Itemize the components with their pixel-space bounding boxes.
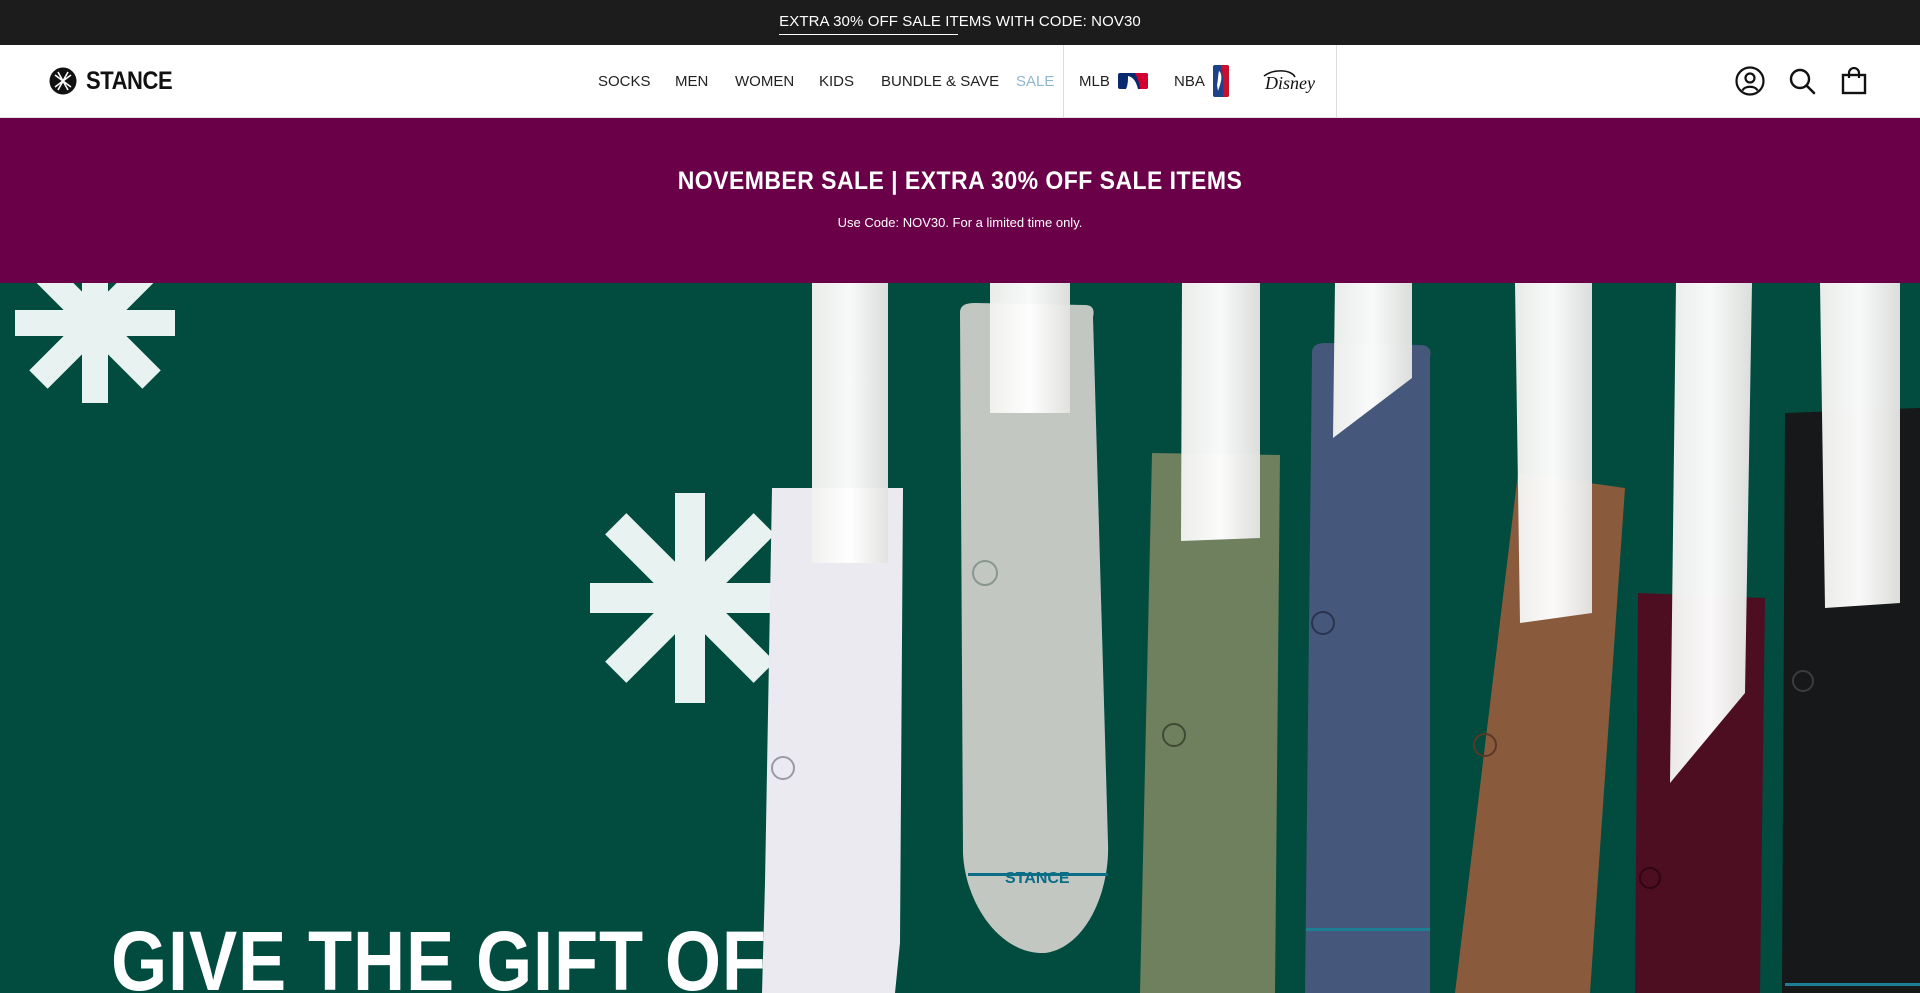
hero-headline: GIVE THE GIFT OF [111, 914, 767, 993]
cart-button[interactable] [1837, 64, 1871, 98]
stance-logo-icon [49, 67, 77, 95]
promo-subtitle: Use Code: NOV30. For a limited time only… [837, 215, 1083, 230]
promo-title: NOVEMBER SALE | EXTRA 30% OFF SALE ITEMS [677, 167, 1243, 195]
svg-text:Disney: Disney [1264, 73, 1315, 93]
bag-icon [1841, 67, 1867, 95]
nav-nba-label: NBA [1174, 72, 1205, 90]
hero-socks-image: STANCE [15, 283, 1920, 993]
asterisk-shape-top-left [15, 283, 175, 403]
mlb-logo-icon [1117, 73, 1148, 89]
disney-logo-icon: Disney [1263, 70, 1315, 93]
nav-divider-left [1063, 45, 1064, 117]
announcement-bar: EXTRA 30% OFF SALE ITEMS WITH CODE: NOV3… [0, 0, 1920, 45]
promo-banner[interactable]: NOVEMBER SALE | EXTRA 30% OFF SALE ITEMS… [0, 118, 1920, 283]
nav-nba[interactable]: NBA [1174, 45, 1229, 117]
nav-divider-right [1336, 45, 1337, 117]
nav-disney[interactable]: Disney [1261, 45, 1321, 117]
asterisk-shape-center [590, 493, 790, 703]
search-button[interactable] [1785, 64, 1819, 98]
announcement-link[interactable]: EXTRA 30% OFF SALE ITEMS WITH CODE: NOV3… [779, 13, 1141, 35]
nav-kids[interactable]: KIDS [819, 45, 854, 117]
navy-sock [1305, 343, 1431, 993]
user-icon [1735, 66, 1765, 96]
nav-men[interactable]: MEN [675, 45, 708, 117]
brand-name: STANCE [86, 66, 173, 95]
account-button[interactable] [1733, 64, 1767, 98]
sock-brand-text: STANCE [1005, 870, 1070, 887]
nav-bundle-save[interactable]: BUNDLE & SAVE [881, 45, 999, 117]
nav-mlb[interactable]: MLB [1079, 45, 1148, 117]
announcement-underline [779, 34, 959, 35]
search-icon [1789, 68, 1816, 95]
site-header: STANCE SOCKS MEN WOMEN KIDS BUNDLE & SAV… [0, 45, 1920, 118]
nav-mlb-label: MLB [1079, 72, 1110, 90]
hero-banner[interactable]: STANCE GIVE THE GIFT OF [0, 283, 1920, 993]
announcement-text: EXTRA 30% OFF SALE ITEMS WITH CODE: NOV3… [779, 13, 1141, 30]
nba-logo-icon [1212, 65, 1229, 97]
white-sock [762, 488, 903, 993]
nav-sale[interactable]: SALE [1016, 45, 1054, 117]
brand-logo[interactable]: STANCE [49, 67, 184, 95]
nav-socks[interactable]: SOCKS [598, 45, 651, 117]
nav-women[interactable]: WOMEN [735, 45, 794, 117]
